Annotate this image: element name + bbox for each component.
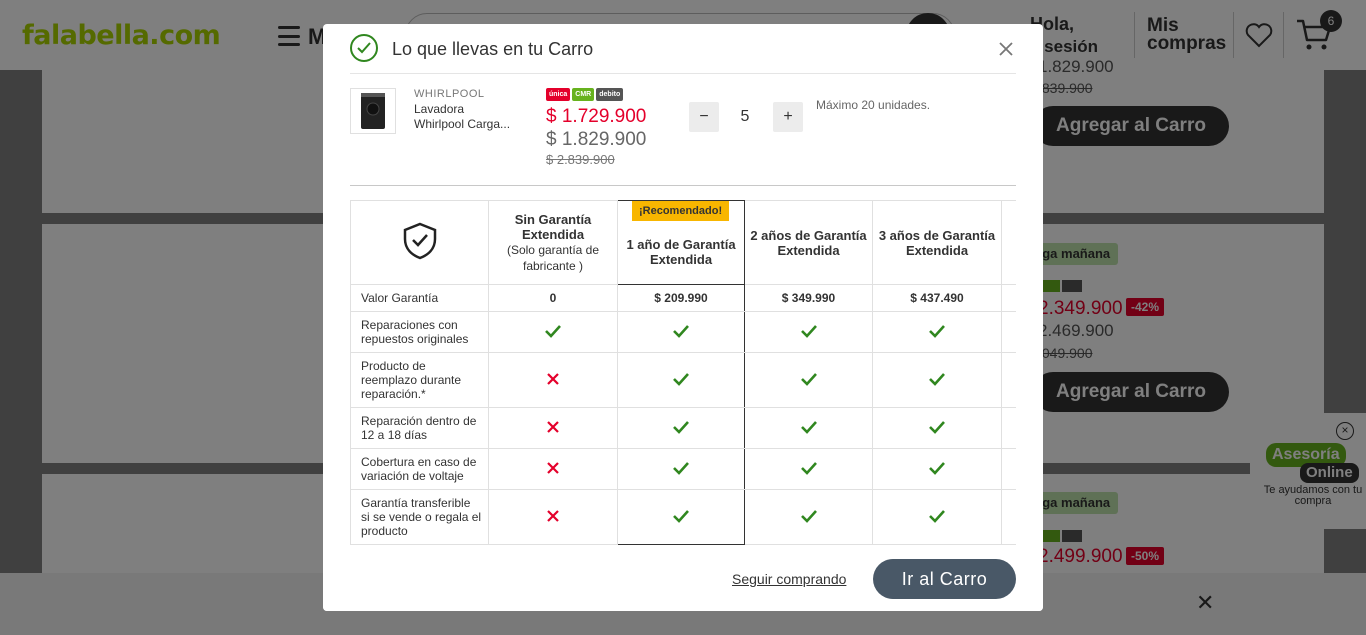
add-to-cart-modal: Lo que llevas en tu Carro WHIRLPOOL Lava…	[323, 24, 1043, 611]
table-cell	[1001, 489, 1016, 545]
modal-header: Lo que llevas en tu Carro	[350, 34, 1016, 74]
check-icon	[617, 352, 745, 408]
shield-check-icon	[403, 222, 436, 260]
check-icon	[872, 489, 1002, 545]
row-label: Garantía transferible si se vende o rega…	[350, 489, 489, 545]
warranty-option-3-years[interactable]: 3 años de Garantía Extendida	[872, 200, 1002, 285]
quantity-value: 5	[740, 108, 750, 125]
continue-shopping-link[interactable]: Seguir comprando	[732, 571, 846, 587]
shield-header-cell	[350, 200, 489, 285]
warranty-option-title: 3 años de Garantía Extendida	[878, 227, 996, 258]
table-cell	[1001, 407, 1016, 449]
warranty-option-more[interactable]	[1001, 200, 1016, 285]
check-icon	[872, 448, 1002, 490]
row-label: Producto de reemplazo durante reparación…	[350, 352, 489, 408]
row-label: Reparación dentro de 12 a 18 días	[350, 407, 489, 449]
check-icon	[617, 489, 745, 545]
product-name-line2: Whirlpool Carga...	[414, 117, 511, 131]
cross-icon	[488, 489, 618, 545]
modal-title: Lo que llevas en tu Carro	[392, 39, 594, 59]
table-cell	[1001, 448, 1016, 490]
warranty-price: $ 209.990	[617, 284, 745, 312]
cart-product: WHIRLPOOL Lavadora Whirlpool Carga... ún…	[350, 86, 1016, 186]
warranty-option-title: 2 años de Garantía Extendida	[750, 227, 867, 258]
price-offer: $ 1.729.900	[546, 106, 647, 127]
table-cell	[1001, 311, 1016, 353]
table-row: Garantía transferible si se vende o rega…	[350, 489, 1016, 545]
check-icon	[872, 407, 1002, 449]
warranty-option-title: Sin Garantía Extendida	[514, 211, 592, 242]
success-check-icon	[350, 34, 378, 62]
check-icon	[872, 352, 1002, 408]
table-row: Reparación dentro de 12 a 18 días	[350, 407, 1016, 449]
cmr-logo: CMR	[572, 88, 595, 101]
price-normal: $ 2.839.900	[546, 152, 615, 167]
table-row: Valor Garantía 0 $ 209.990 $ 349.990 $ 4…	[350, 284, 1016, 312]
debito-logo: debito	[596, 88, 624, 101]
row-label: Valor Garantía	[350, 284, 489, 312]
warranty-table-container[interactable]: Sin Garantía Extendida (Solo garantía de…	[350, 200, 1016, 545]
warranty-option-2-years[interactable]: 2 años de Garantía Extendida	[744, 200, 873, 285]
check-icon	[744, 352, 873, 408]
warranty-option-title: 1 año de Garantía Extendida	[626, 236, 736, 267]
unica-logo: única	[546, 88, 571, 101]
check-icon	[872, 311, 1002, 353]
product-image[interactable]	[350, 88, 396, 134]
table-row: Producto de reemplazo durante reparación…	[350, 352, 1016, 408]
max-units-note: Máximo 20 unidades.	[816, 98, 931, 112]
recommended-badge: ¡Recomendado!	[632, 201, 730, 221]
table-row: Cobertura en caso de variación de voltaj…	[350, 448, 1016, 490]
check-icon	[488, 311, 618, 353]
go-to-cart-button[interactable]: Ir al Carro	[873, 559, 1016, 599]
row-label: Cobertura en caso de variación de voltaj…	[350, 448, 489, 490]
warranty-option-1-year[interactable]: ¡Recomendado! 1 año de Garantía Extendid…	[617, 200, 745, 285]
cross-icon	[488, 407, 618, 449]
warranty-option-none[interactable]: Sin Garantía Extendida (Solo garantía de…	[488, 200, 618, 285]
check-icon	[744, 407, 873, 449]
warranty-price: $ 349.990	[744, 284, 873, 312]
cross-icon	[488, 448, 618, 490]
payment-logos: única CMR debito	[546, 88, 624, 101]
close-icon[interactable]	[996, 39, 1016, 59]
check-icon	[617, 448, 745, 490]
warranty-table: Sin Garantía Extendida (Solo garantía de…	[350, 200, 1016, 545]
warranty-option-subtitle: (Solo garantía de fabricante )	[506, 242, 600, 273]
table-cell	[1001, 352, 1016, 408]
check-icon	[617, 311, 745, 353]
table-row: Reparaciones con repuestos originales	[350, 311, 1016, 353]
table-cell	[1001, 284, 1016, 312]
row-label: Reparaciones con repuestos originales	[350, 311, 489, 353]
check-icon	[744, 311, 873, 353]
check-icon	[617, 407, 745, 449]
product-name[interactable]: Lavadora Whirlpool Carga...	[414, 102, 510, 132]
cross-icon	[488, 352, 618, 408]
check-icon	[744, 448, 873, 490]
price-internet: $ 1.829.900	[546, 129, 647, 150]
quantity-increase-button[interactable]: +	[773, 102, 803, 132]
modal-footer: Seguir comprando Ir al Carro	[323, 545, 1043, 611]
product-brand: WHIRLPOOL	[414, 88, 485, 100]
warranty-price: $ 437.490	[872, 284, 1002, 312]
check-icon	[744, 489, 873, 545]
quantity-decrease-button[interactable]: −	[689, 102, 719, 132]
product-name-line1: Lavadora	[414, 102, 465, 116]
warranty-price: 0	[488, 284, 618, 312]
